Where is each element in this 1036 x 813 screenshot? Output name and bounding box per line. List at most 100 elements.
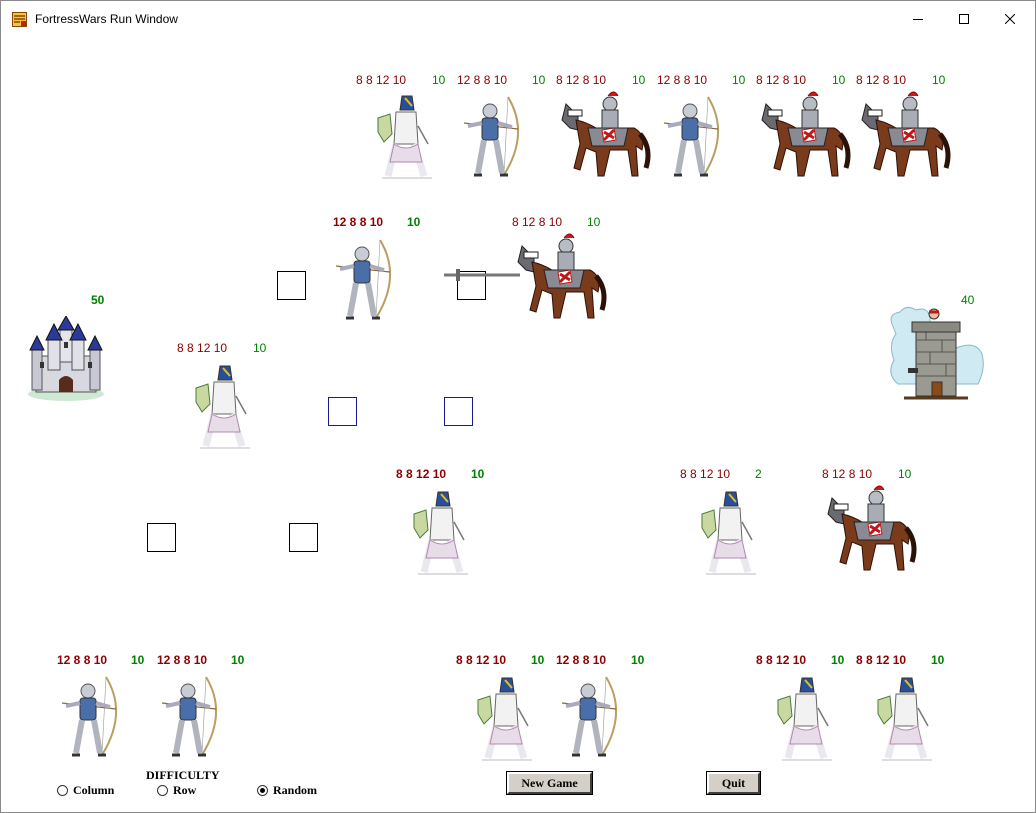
unit-health: 10 [131,653,145,667]
radio-random[interactable]: Random [257,783,317,798]
player-fortress-health: 50 [91,293,105,307]
unit-stat-values: 8 12 8 10 [556,73,607,87]
unit-health: 10 [832,73,846,87]
knight-unit[interactable] [756,88,851,183]
radio-row-label: Row [173,783,197,797]
swordsman-unit[interactable] [372,92,442,182]
unit-health: 10 [532,73,546,87]
unit-stats: 8 12 8 10 10 [512,215,600,229]
unit-stat-values: 8 8 12 10 [680,467,731,481]
unit-stat-values: 8 8 12 10 [456,653,507,667]
unit-health: 10 [531,653,545,667]
unit-health: 10 [898,467,912,481]
unit-stats: 12 8 8 10 10 [157,653,244,667]
swordsman-unit[interactable] [190,362,260,452]
app-icon [12,12,27,27]
archer-unit[interactable] [158,672,228,764]
minimize-icon [913,19,923,20]
knight-unit[interactable] [822,482,917,577]
board-cell[interactable] [147,523,176,552]
unit-stat-values: 12 8 8 10 [556,653,607,667]
swordsman-unit[interactable] [772,674,842,764]
radio-column-label: Column [73,783,115,797]
radio-random-label: Random [273,783,318,797]
unit-stat-values: 8 12 8 10 [856,73,907,87]
unit-stat-values: 12 8 8 10 [57,653,108,667]
unit-health: 2 [755,467,762,481]
difficulty-label: DIFFICULTY [146,768,220,782]
unit-health: 10 [432,73,446,87]
unit-stats: 8 12 8 10 10 [556,73,645,87]
archer-unit[interactable] [460,92,530,184]
tower-icon [890,306,984,400]
new-game-button[interactable]: New Game [507,772,592,794]
radio-dot [157,785,168,796]
unit-stat-values: 12 8 8 10 [657,73,708,87]
unit-health: 10 [231,653,245,667]
unit-stats: 12 8 8 10 10 [556,653,644,667]
board-cell[interactable] [289,523,318,552]
swordsman-unit[interactable] [872,674,942,764]
unit-health: 10 [732,73,746,87]
archer-unit[interactable] [58,672,128,764]
unit-health: 10 [931,653,945,667]
unit-health: 10 [632,73,646,87]
unit-stats: 8 8 12 10 10 [756,653,844,667]
unit-health: 10 [253,341,267,355]
archer-unit[interactable] [558,672,628,764]
unit-stats: 8 8 12 10 10 [396,467,484,481]
swordsman-unit[interactable] [408,488,478,578]
unit-stats: 8 8 12 10 10 [456,653,544,667]
board-cell[interactable] [277,271,306,300]
maximize-icon [959,14,969,24]
castle-icon [28,316,104,401]
unit-stat-values: 8 8 12 10 [177,341,228,355]
radio-dot-selected [257,785,268,796]
knight-unit[interactable] [856,88,951,183]
unit-stats: 8 12 8 10 10 [756,73,845,87]
unit-stats: 8 12 8 10 10 [856,73,945,87]
window-title: FortressWars Run Window [35,12,178,26]
unit-stat-values: 12 8 8 10 [457,73,508,87]
archer-unit[interactable] [660,92,730,184]
knight-unit[interactable] [512,230,607,325]
unit-stats: 8 12 8 10 10 [822,467,911,481]
close-icon [1005,14,1015,24]
unit-stat-values: 8 8 12 10 [756,653,807,667]
maximize-button[interactable] [941,1,987,37]
swordsman-unit[interactable] [696,488,766,578]
knight-unit[interactable] [556,88,651,183]
unit-stats: 12 8 8 10 10 [457,73,545,87]
radio-row[interactable]: Row [157,783,196,798]
unit-stat-values: 8 12 8 10 [756,73,807,87]
title-bar: FortressWars Run Window [1,1,1035,37]
unit-stats: 8 8 12 10 10 [356,73,445,87]
unit-stats: 12 8 8 10 10 [657,73,745,87]
radio-dot [57,785,68,796]
board-cell[interactable] [328,397,357,426]
unit-health: 10 [631,653,645,667]
unit-stat-values: 8 8 12 10 [396,467,447,481]
board-cell[interactable] [444,397,473,426]
unit-stat-values: 8 12 8 10 [822,467,873,481]
radio-column[interactable]: Column [57,783,114,798]
unit-stats: 8 8 12 10 10 [177,341,266,355]
minimize-button[interactable] [895,1,941,37]
swordsman-unit[interactable] [472,674,542,764]
unit-health: 10 [587,215,601,229]
lance-icon [444,269,520,281]
unit-stat-values: 8 12 8 10 [512,215,563,229]
unit-stats: 8 8 12 10 2 [680,467,762,481]
unit-health: 10 [831,653,845,667]
unit-stat-values: 8 8 12 10 [356,73,407,87]
unit-health: 10 [932,73,946,87]
unit-stats: 8 8 12 10 10 [856,653,944,667]
quit-button[interactable]: Quit [707,772,760,794]
unit-stat-values: 8 8 12 10 [856,653,907,667]
unit-stats: 12 8 8 10 10 [57,653,144,667]
unit-stat-values: 12 8 8 10 [333,215,384,229]
archer-unit[interactable] [332,235,402,327]
unit-stats: 12 8 8 10 10 [333,215,420,229]
unit-health: 10 [407,215,421,229]
close-button[interactable] [987,1,1033,37]
